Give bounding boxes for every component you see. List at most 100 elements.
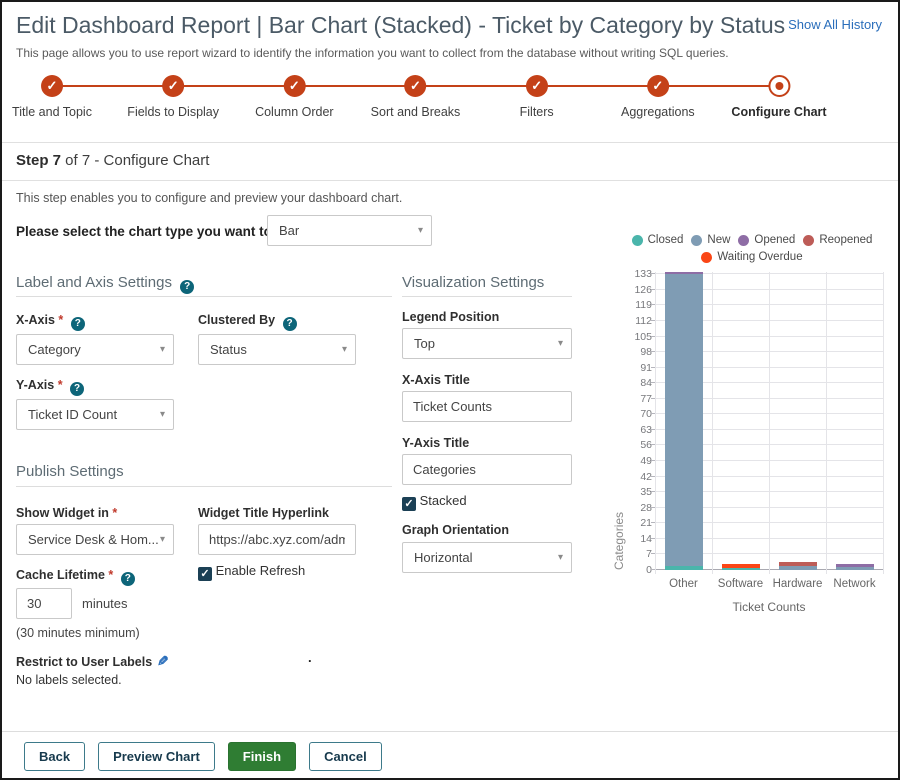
legend-dot-icon — [691, 235, 702, 246]
restrict-user-labels-label: Restrict to User Labels✎ — [16, 653, 169, 670]
chart-type-select[interactable]: Bar▾ — [267, 215, 432, 246]
enable-refresh-row: ✓ Enable Refresh — [198, 563, 305, 581]
x-category-label: Other — [655, 578, 712, 590]
section-rule — [402, 296, 572, 297]
graph-orientation-value: Horizontal — [414, 550, 473, 565]
bar-segment — [722, 568, 760, 570]
legend-position-select[interactable]: Top▾ — [402, 328, 572, 359]
stepper-step-label: Filters — [520, 105, 554, 119]
bar-segment — [665, 272, 703, 274]
stepper-step[interactable]: ✓Sort and Breaks — [371, 70, 461, 119]
chart-y-axis-title: Categories — [612, 272, 626, 570]
stepper-step[interactable]: Configure Chart — [731, 70, 826, 119]
chart-x-axis-title: Ticket Counts — [655, 600, 883, 614]
x-axis-title-input[interactable] — [402, 391, 572, 422]
legend-label: Waiting Overdue — [717, 251, 802, 263]
legend-position-label: Legend Position — [402, 310, 499, 324]
cancel-button[interactable]: Cancel — [309, 742, 382, 771]
legend-item: New — [691, 234, 730, 246]
vertical-gridline — [769, 272, 770, 574]
y-axis-title-input[interactable] — [402, 454, 572, 485]
stepper-step[interactable]: ✓ Filters — [520, 70, 554, 119]
y-tick-label: 14 — [626, 533, 652, 545]
stacked-checkbox[interactable]: ✓ — [402, 497, 416, 511]
y-tick-label: 105 — [626, 331, 652, 343]
cache-lifetime-label: Cache Lifetime * ? — [16, 568, 135, 586]
y-tick-label: 42 — [626, 471, 652, 483]
vertical-gridline — [712, 272, 713, 574]
y-tick-label: 28 — [626, 502, 652, 514]
y-tick-label: 0 — [626, 564, 652, 576]
chevron-down-icon: ▾ — [558, 543, 563, 572]
y-tick-label: 21 — [626, 517, 652, 529]
y-tick-label: 56 — [626, 439, 652, 451]
y-tick-label: 84 — [626, 377, 652, 389]
chevron-down-icon: ▾ — [160, 400, 165, 429]
chevron-down-icon: ▾ — [160, 525, 165, 554]
edit-dashboard-report-window: Edit Dashboard Report | Bar Chart (Stack… — [0, 0, 900, 780]
show-all-history-link[interactable]: Show All History — [788, 17, 882, 32]
visualization-settings-title: Visualization Settings — [402, 274, 544, 291]
x-axis-select[interactable]: Category▾ — [16, 334, 174, 365]
y-tick-labels: 0714212835424956637077849198105112119126… — [626, 272, 652, 570]
cache-lifetime-unit: minutes — [82, 596, 128, 611]
help-icon[interactable]: ? — [283, 317, 297, 331]
y-tick-label: 133 — [626, 268, 652, 280]
show-widget-in-value: Service Desk & Hom... — [28, 532, 159, 547]
x-axis-value: Category — [28, 342, 81, 357]
y-axis-select[interactable]: Ticket ID Count ▾ — [16, 399, 174, 430]
x-category-labels: OtherSoftwareHardwareNetwork — [655, 578, 883, 590]
bar-segment — [665, 566, 703, 570]
graph-orientation-select[interactable]: Horizontal ▾ — [402, 542, 572, 573]
step-heading: Step 7 of 7 - Configure Chart — [16, 152, 209, 169]
stepper-step[interactable]: ✓Aggregations — [621, 70, 695, 119]
y-tick-label: 112 — [626, 315, 652, 327]
plot-area — [655, 272, 883, 570]
help-icon[interactable]: ? — [71, 317, 85, 331]
y-tick-label: 119 — [626, 299, 652, 311]
wizard-stepper: ✓Title and Topic✓Fields to Display✓Colum… — [2, 70, 900, 120]
back-button[interactable]: Back — [24, 742, 85, 771]
clustered-by-value: Status — [210, 342, 247, 357]
stepper-step[interactable]: ✓Fields to Display — [127, 70, 219, 119]
cache-lifetime-input[interactable] — [16, 588, 72, 619]
section-rule — [16, 486, 392, 487]
chart-preview: ClosedNewOpenedReopenedWaiting Overdue C… — [610, 230, 898, 630]
legend-item: Waiting Overdue — [701, 251, 802, 263]
clustered-by-select[interactable]: Status▾ — [198, 334, 356, 365]
x-axis-title-label: X-Axis Title — [402, 373, 470, 387]
finish-button[interactable]: Finish — [228, 742, 296, 771]
help-icon[interactable]: ? — [180, 280, 194, 294]
publish-settings-title: Publish Settings — [16, 463, 124, 480]
stray-dot: . — [308, 650, 312, 665]
stacked-label: Stacked — [420, 493, 467, 508]
check-icon: ✓ — [404, 75, 426, 97]
stepper-step[interactable]: ✓Title and Topic — [12, 70, 92, 119]
widget-title-hyperlink-input[interactable] — [198, 524, 356, 555]
check-icon: ✓ — [526, 75, 548, 97]
show-widget-in-select[interactable]: Service Desk & Hom...▾ — [16, 524, 174, 555]
check-icon: ✓ — [41, 75, 63, 97]
stepper-step-label: Column Order — [255, 105, 334, 119]
page-title: Edit Dashboard Report | Bar Chart (Stack… — [16, 12, 785, 39]
y-tick-label: 77 — [626, 393, 652, 405]
bar-segment — [779, 562, 817, 565]
help-icon[interactable]: ? — [70, 382, 84, 396]
enable-refresh-checkbox[interactable]: ✓ — [198, 567, 212, 581]
y-tick-label: 7 — [626, 548, 652, 560]
help-icon[interactable]: ? — [121, 572, 135, 586]
bar-segment — [665, 274, 703, 565]
y-tick-label: 91 — [626, 362, 652, 374]
pencil-icon[interactable]: ✎ — [157, 653, 169, 670]
footer-action-bar: Back Preview Chart Finish Cancel — [2, 731, 900, 780]
step-number: Step 7 — [16, 152, 61, 169]
legend-item: Opened — [738, 234, 795, 246]
stepper-step[interactable]: ✓Column Order — [255, 70, 334, 119]
label-axis-settings-title: Label and Axis Settings ? — [16, 274, 194, 294]
preview-chart-button[interactable]: Preview Chart — [98, 742, 215, 771]
y-axis-value: Ticket ID Count — [28, 407, 117, 422]
legend-label: Reopened — [819, 234, 872, 246]
bar-segment — [836, 567, 874, 570]
vertical-gridline — [655, 272, 656, 574]
check-icon: ✓ — [647, 75, 669, 97]
